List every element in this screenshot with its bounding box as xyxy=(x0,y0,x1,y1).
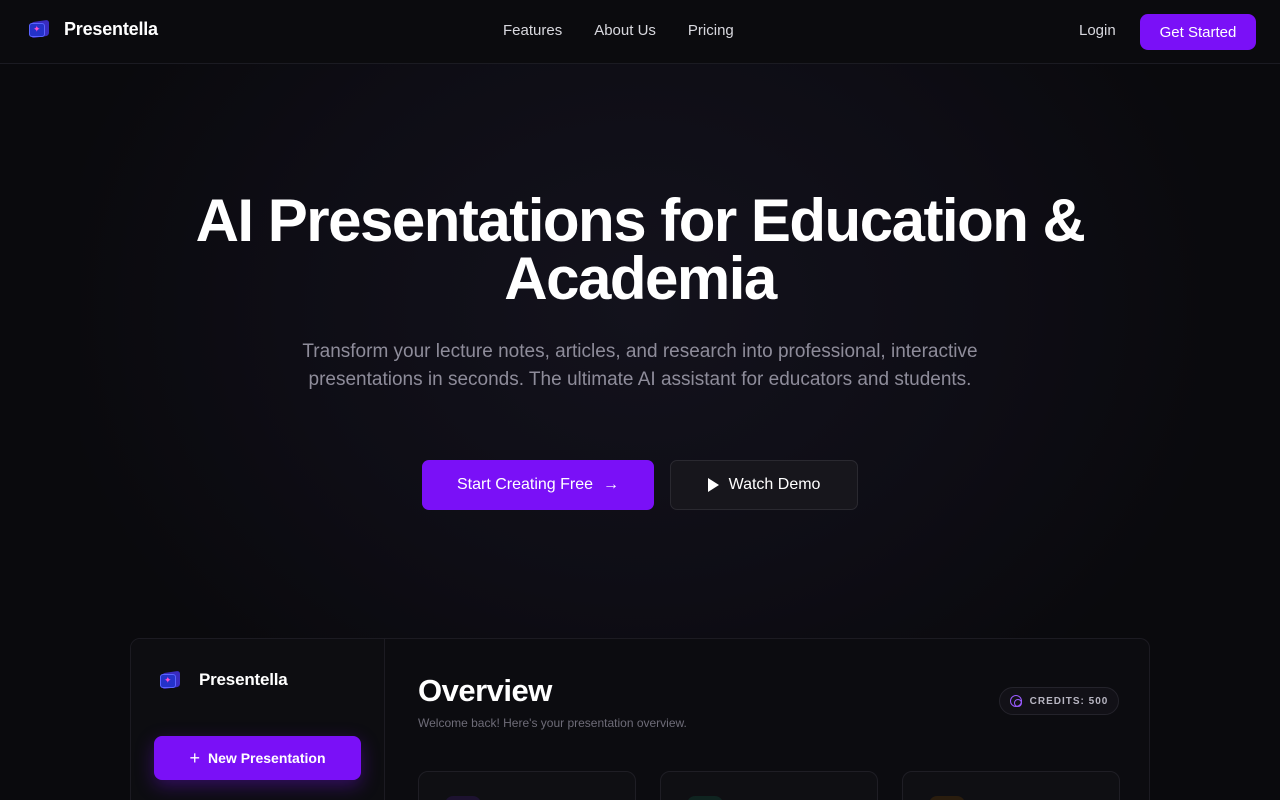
start-creating-free-label: Start Creating Free xyxy=(456,476,594,493)
presentella-logo-icon: ✦ xyxy=(159,669,181,691)
login-link[interactable]: Login xyxy=(1079,22,1116,39)
credits-label: CREDITS: 500 xyxy=(1029,695,1109,707)
arrow-right-icon: → xyxy=(603,476,620,493)
stat-icon xyxy=(445,796,481,800)
start-creating-free-button[interactable]: Start Creating Free → xyxy=(422,460,654,510)
top-nav: ✦ Presentella Features About Us Pricing … xyxy=(0,0,1280,64)
stat-icon xyxy=(929,796,965,800)
hero-title: AI Presentations for Education & Academi… xyxy=(140,191,1140,309)
coins-icon xyxy=(1009,695,1022,707)
stat-card[interactable] xyxy=(902,771,1120,800)
get-started-button[interactable]: Get Started xyxy=(1140,14,1256,50)
play-icon xyxy=(707,478,719,492)
plus-icon: + xyxy=(189,748,201,768)
dashboard-brand-name: Presentella xyxy=(199,670,288,689)
hero-title-line-2: Academia xyxy=(504,245,777,312)
stat-icon xyxy=(687,796,723,800)
stat-card[interactable] xyxy=(418,771,636,800)
stat-card[interactable] xyxy=(660,771,878,800)
dashboard-main: Overview Welcome back! Here's your prese… xyxy=(385,639,1149,800)
new-presentation-button[interactable]: + New Presentation xyxy=(154,736,361,780)
new-presentation-label: New Presentation xyxy=(208,750,326,766)
dashboard-preview: ✦ Presentella + New Presentation Overvie… xyxy=(130,638,1150,800)
overview-title: Overview xyxy=(418,673,552,708)
dashboard-brand[interactable]: ✦ Presentella xyxy=(159,669,288,691)
watch-demo-button[interactable]: Watch Demo xyxy=(670,460,858,510)
nav-link-pricing[interactable]: Pricing xyxy=(688,22,734,39)
hero-subtitle: Transform your lecture notes, articles, … xyxy=(302,341,978,390)
hero-title-line-1: AI Presentations for Education & xyxy=(195,187,1086,254)
overview-subtitle: Welcome back! Here's your presentation o… xyxy=(418,716,687,730)
watch-demo-label: Watch Demo xyxy=(728,476,821,493)
nav-link-about-us[interactable]: About Us xyxy=(594,22,656,39)
brand[interactable]: ✦ Presentella xyxy=(28,18,158,40)
credits-badge: CREDITS: 500 xyxy=(999,687,1119,715)
nav-links: Features About Us Pricing xyxy=(503,22,734,39)
dashboard-sidebar: ✦ Presentella + New Presentation xyxy=(131,639,385,800)
presentella-logo-icon: ✦ xyxy=(28,18,50,40)
nav-link-features[interactable]: Features xyxy=(503,22,562,39)
brand-name: Presentella xyxy=(64,18,158,39)
